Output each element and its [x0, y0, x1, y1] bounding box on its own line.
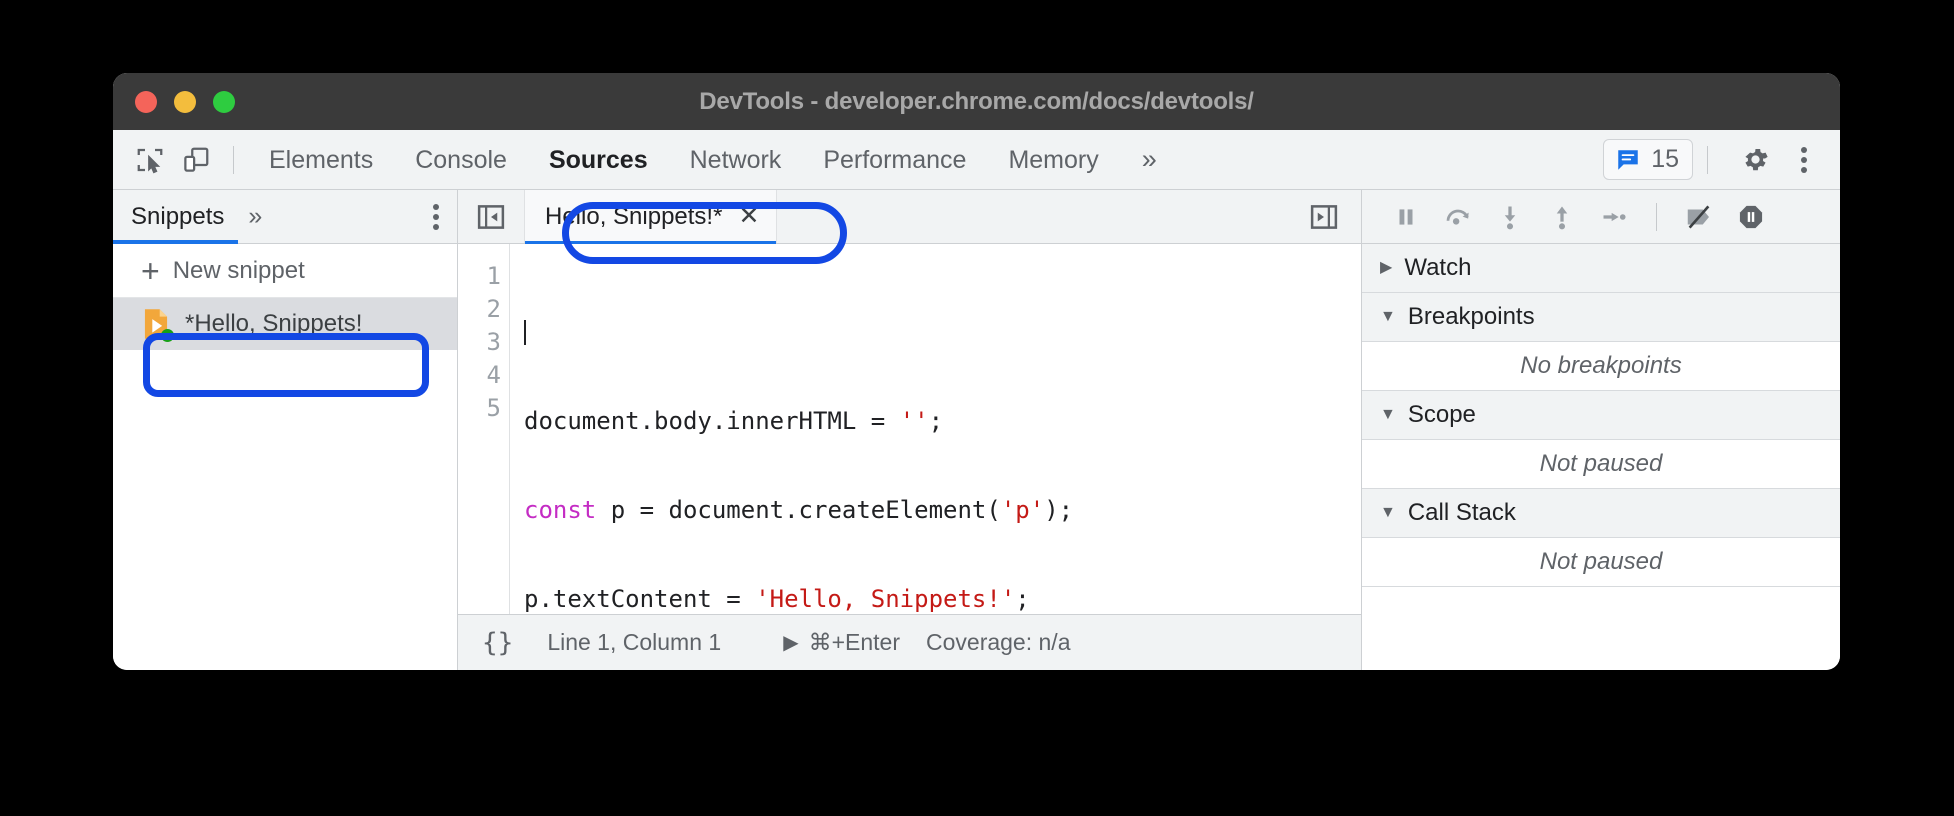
- snippet-script-file-icon: [141, 308, 174, 342]
- code-lines[interactable]: document.body.innerHTML = ''; const p = …: [510, 244, 1073, 614]
- step-over-icon[interactable]: [1436, 195, 1480, 239]
- toolbar-divider: [233, 145, 234, 174]
- step-icon[interactable]: [1592, 195, 1636, 239]
- window-title: DevTools - developer.chrome.com/docs/dev…: [699, 87, 1254, 115]
- inspect-element-icon[interactable]: [127, 137, 173, 183]
- tab-memory[interactable]: Memory: [987, 130, 1119, 190]
- text-caret: [524, 320, 526, 345]
- cursor-position-label: Line 1, Column 1: [547, 629, 722, 655]
- code-line-2: document.body.innerHTML = '';: [524, 407, 944, 435]
- debugger-toolbar-divider: [1656, 202, 1657, 231]
- editor-tab-hello-snippets[interactable]: Hello, Snippets!* ✕: [524, 190, 778, 244]
- editor-pane: Hello, Snippets!* ✕ 1 2 3 4 5 document.b…: [458, 190, 1362, 670]
- line-number: 5: [486, 394, 501, 422]
- toolbar-right-group: 15: [1603, 137, 1824, 183]
- console-messages-button[interactable]: 15: [1603, 139, 1693, 180]
- triangle-down-icon: ▼: [1380, 504, 1396, 521]
- call-stack-empty-message: Not paused: [1362, 538, 1840, 587]
- triangle-down-icon: ▼: [1380, 406, 1396, 423]
- code-line-1: [524, 316, 1073, 349]
- kebab-menu-icon[interactable]: [1784, 146, 1824, 173]
- close-icon[interactable]: ✕: [738, 204, 759, 229]
- section-header-scope[interactable]: ▼ Scope: [1362, 391, 1840, 440]
- show-debugger-icon[interactable]: [1303, 196, 1345, 238]
- deactivate-breakpoints-icon[interactable]: [1677, 195, 1721, 239]
- triangle-down-icon: ▼: [1380, 308, 1396, 325]
- tab-performance[interactable]: Performance: [802, 130, 987, 190]
- tab-sources[interactable]: Sources: [528, 130, 669, 190]
- editor-tabbar: Hello, Snippets!* ✕: [458, 190, 1361, 244]
- section-header-breakpoints[interactable]: ▼ Breakpoints: [1362, 293, 1840, 342]
- list-item[interactable]: *Hello, Snippets!: [113, 298, 457, 350]
- section-header-call-stack[interactable]: ▼ Call Stack: [1362, 489, 1840, 538]
- editor-status-bar: {} Line 1, Column 1 ▶ ⌘+Enter Coverage: …: [458, 614, 1361, 670]
- list-item-label: *Hello, Snippets!: [185, 310, 363, 337]
- editor-tab-label: Hello, Snippets!*: [545, 202, 723, 230]
- tab-elements[interactable]: Elements: [248, 130, 394, 190]
- scope-empty-message: Not paused: [1362, 440, 1840, 489]
- section-title: Call Stack: [1407, 499, 1516, 526]
- code-editor[interactable]: 1 2 3 4 5 document.body.innerHTML = ''; …: [458, 244, 1361, 614]
- run-shortcut-label: ⌘+Enter: [808, 629, 900, 655]
- sources-panel-body: Snippets » + New snippet *Hello, Snippet…: [113, 190, 1840, 670]
- device-toolbar-icon[interactable]: [173, 137, 219, 183]
- section-header-watch[interactable]: ▶ Watch: [1362, 244, 1840, 293]
- section-title: Breakpoints: [1407, 303, 1535, 330]
- run-snippet-button[interactable]: ▶ ⌘+Enter: [783, 629, 900, 656]
- debugger-pane: ▶ Watch ▼ Breakpoints No breakpoints ▼ S…: [1362, 190, 1840, 670]
- play-icon: ▶: [783, 632, 799, 654]
- section-title: Watch: [1404, 254, 1472, 281]
- pretty-print-icon[interactable]: {}: [482, 628, 513, 658]
- code-line-4: p.textContent = 'Hello, Snippets!';: [524, 585, 1030, 613]
- console-message-count: 15: [1651, 145, 1679, 173]
- pause-on-exceptions-icon[interactable]: [1729, 195, 1773, 239]
- new-snippet-button[interactable]: + New snippet: [113, 244, 457, 298]
- tab-network[interactable]: Network: [669, 130, 803, 190]
- gear-icon[interactable]: [1732, 137, 1778, 183]
- show-navigator-icon[interactable]: [470, 196, 512, 238]
- green-dot-badge: [161, 329, 174, 342]
- nav-tab-snippets[interactable]: Snippets: [113, 190, 239, 244]
- screenshot-stage: DevTools - developer.chrome.com/docs/dev…: [0, 0, 1954, 816]
- code-line-3: const p = document.createElement('p');: [524, 496, 1074, 524]
- navigator-tabbar: Snippets »: [113, 190, 457, 244]
- triangle-right-icon: ▶: [1380, 259, 1393, 276]
- pause-icon[interactable]: [1384, 195, 1428, 239]
- tab-console[interactable]: Console: [394, 130, 528, 190]
- line-number: 4: [486, 361, 501, 389]
- breakpoints-empty-message: No breakpoints: [1362, 342, 1840, 391]
- line-number: 2: [486, 295, 501, 323]
- chevron-double-right-icon[interactable]: »: [238, 202, 268, 231]
- new-snippet-label: New snippet: [172, 256, 305, 284]
- panel-tabs: Elements Console Sources Network Perform…: [248, 130, 1175, 190]
- navigator-pane: Snippets » + New snippet *Hello, Snippet…: [113, 190, 458, 670]
- window-titlebar: DevTools - developer.chrome.com/docs/dev…: [113, 73, 1840, 130]
- chevron-double-right-icon[interactable]: »: [1120, 144, 1175, 175]
- line-number: 1: [486, 262, 501, 290]
- coverage-label: Coverage: n/a: [926, 629, 1071, 655]
- navigator-more-options-kebab-icon[interactable]: [433, 203, 439, 230]
- section-title: Scope: [1407, 401, 1476, 428]
- step-into-icon[interactable]: [1488, 195, 1532, 239]
- plus-icon: +: [141, 252, 160, 289]
- debugger-toolbar: [1362, 190, 1840, 244]
- devtools-main-toolbar: Elements Console Sources Network Perform…: [113, 130, 1840, 190]
- line-number-gutter: 1 2 3 4 5: [458, 244, 510, 614]
- devtools-window: DevTools - developer.chrome.com/docs/dev…: [113, 73, 1840, 670]
- step-out-icon[interactable]: [1540, 195, 1584, 239]
- message-bubble-icon: [1618, 149, 1638, 170]
- toolbar-divider-2: [1707, 145, 1708, 174]
- line-number: 3: [486, 328, 501, 356]
